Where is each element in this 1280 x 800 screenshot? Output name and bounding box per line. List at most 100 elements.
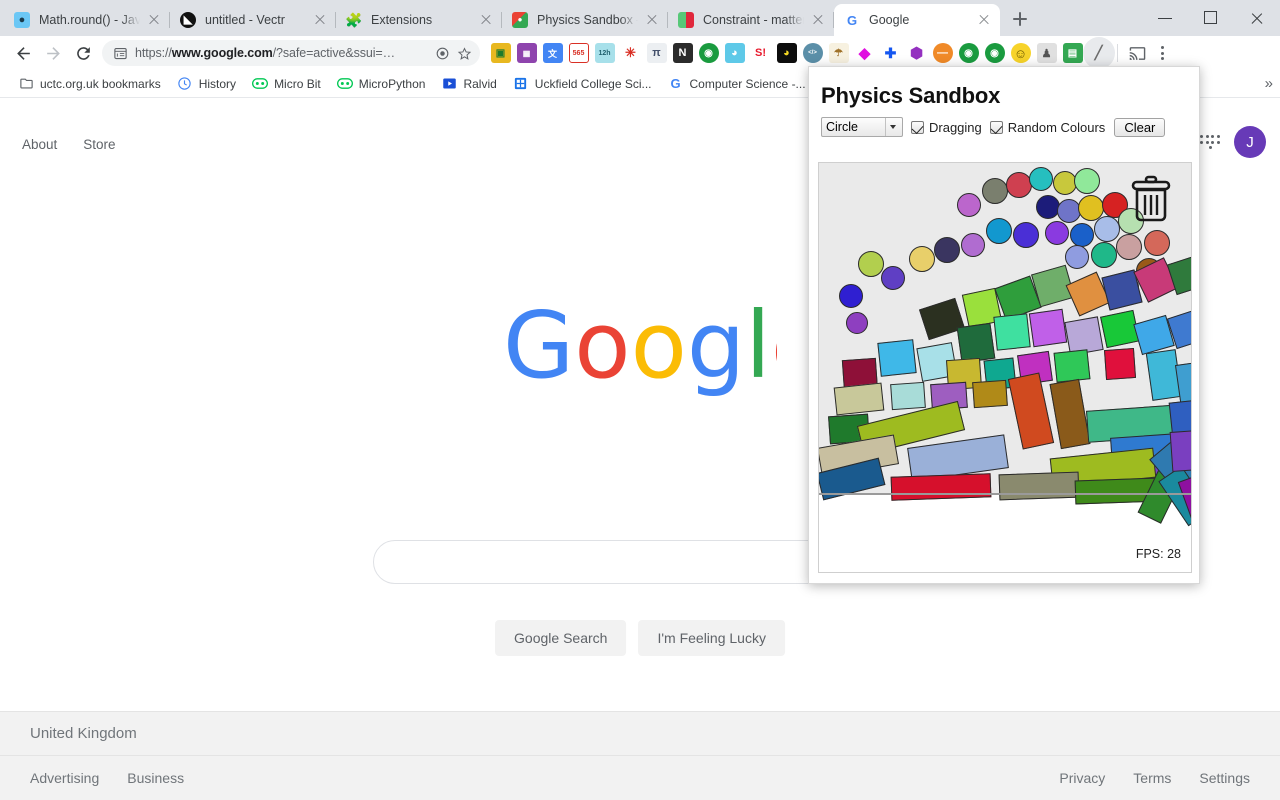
tab-close-icon[interactable]: [810, 12, 826, 28]
close-window-button[interactable]: [1234, 0, 1280, 36]
bookmarks-overflow-icon[interactable]: »: [1265, 75, 1274, 92]
location-target-icon[interactable]: [435, 46, 450, 61]
tab-close-icon[interactable]: [976, 12, 992, 28]
checker-plus-gmail-icon[interactable]: 565: [568, 43, 589, 63]
purple-cube-icon[interactable]: ⬢: [906, 43, 927, 63]
physics-rect-body[interactable]: [890, 473, 992, 501]
magenta-diamond-icon[interactable]: ◆: [854, 43, 875, 63]
new-tab-button[interactable]: [1006, 5, 1034, 33]
globe-bird-icon[interactable]: ◕: [724, 43, 745, 63]
physics-circle-body[interactable]: [1074, 168, 1100, 194]
google-translate-icon[interactable]: 文: [542, 43, 563, 63]
tab-untitled-vectr[interactable]: ◣ untitled - Vectr: [170, 4, 336, 36]
tab-math-round[interactable]: ● Math.round() - JavaScrip: [4, 4, 170, 36]
shape-select[interactable]: Circle: [821, 117, 903, 137]
tab-physics-sandbox-editor[interactable]: ● Physics Sandbox – Edit: [502, 4, 668, 36]
blue-cross-icon[interactable]: ✚: [880, 43, 901, 63]
tab-extensions[interactable]: 🧩 Extensions: [336, 4, 502, 36]
physics-circle-body[interactable]: [1116, 234, 1142, 260]
physics-rect-body[interactable]: [972, 379, 1008, 409]
physics-circle-body[interactable]: [1045, 221, 1069, 245]
physics-rect-body[interactable]: [833, 382, 885, 416]
physics-circle-body[interactable]: [1094, 216, 1120, 242]
tab-constraint-matterjs[interactable]: Constraint - matter-js 0.1: [668, 4, 834, 36]
chrome-app-icon-3[interactable]: ◉: [984, 43, 1005, 63]
random-colours-checkbox[interactable]: [989, 120, 1003, 134]
pi-calculator-icon[interactable]: π: [646, 43, 667, 63]
physics-circle-body[interactable]: [846, 312, 868, 334]
tab-close-icon[interactable]: [146, 12, 162, 28]
bookmark-ralvid[interactable]: Ralvid: [433, 73, 504, 95]
physics-sandbox-extension-icon[interactable]: ╱: [1088, 43, 1109, 63]
physics-rect-body[interactable]: [1007, 372, 1055, 450]
physics-circle-body[interactable]: [1144, 230, 1170, 256]
physics-rect-body[interactable]: [877, 339, 917, 377]
avatar[interactable]: J: [1234, 126, 1266, 158]
physics-circle-body[interactable]: [957, 193, 981, 217]
tab-close-icon[interactable]: [478, 12, 494, 28]
physics-circle-body[interactable]: [986, 218, 1012, 244]
reload-button[interactable]: [68, 38, 98, 68]
bookmark-star-red-icon[interactable]: ✳: [620, 43, 641, 63]
smartest-s-icon[interactable]: S!: [750, 43, 771, 63]
physics-rect-body[interactable]: [890, 381, 926, 411]
bookmark-history[interactable]: History: [169, 73, 244, 95]
orange-circle-icon[interactable]: —: [932, 43, 953, 63]
back-button[interactable]: [8, 38, 38, 68]
physics-circle-body[interactable]: [858, 251, 884, 277]
trash-bin-icon[interactable]: [1129, 175, 1173, 228]
chrome-app-icon-2[interactable]: ◉: [958, 43, 979, 63]
dragging-checkbox-wrap[interactable]: Dragging: [911, 120, 982, 135]
minimize-button[interactable]: [1142, 0, 1188, 36]
physics-rect-body[interactable]: [1053, 349, 1091, 383]
tab-google[interactable]: G Google: [834, 4, 1000, 36]
physics-rect-body[interactable]: [1028, 308, 1068, 348]
physics-circle-body[interactable]: [909, 246, 935, 272]
physics-circle-body[interactable]: [881, 266, 905, 290]
purple-puzzle-extension-icon[interactable]: ▦: [516, 43, 537, 63]
bookmark-star-icon[interactable]: [457, 46, 472, 61]
footer-link-advertising[interactable]: Advertising: [30, 770, 99, 786]
bookmark-micropython[interactable]: MicroPython: [329, 73, 434, 95]
physics-circle-body[interactable]: [982, 178, 1008, 204]
clock-12h-icon[interactable]: 12h: [594, 43, 615, 63]
feeling-lucky-button[interactable]: I'm Feeling Lucky: [638, 620, 785, 656]
physics-circle-body[interactable]: [934, 237, 960, 263]
physics-circle-body[interactable]: [839, 284, 863, 308]
cast-icon[interactable]: [1124, 40, 1150, 66]
pacman-icon[interactable]: ◕: [776, 43, 797, 63]
physics-circle-body[interactable]: [961, 233, 985, 257]
forward-button[interactable]: [38, 38, 68, 68]
physics-rect-body[interactable]: [1169, 430, 1191, 472]
footer-link-terms[interactable]: Terms: [1133, 770, 1171, 786]
chrome-menu-icon[interactable]: [1150, 40, 1174, 66]
bookmark-micro-bit[interactable]: Micro Bit: [244, 73, 329, 95]
page-info-icon[interactable]: [113, 46, 128, 61]
maximize-button[interactable]: [1188, 0, 1234, 36]
evernote-webclipper-icon[interactable]: ▣: [490, 43, 511, 63]
footer-link-privacy[interactable]: Privacy: [1059, 770, 1105, 786]
chrome-app-icon-1[interactable]: ◉: [698, 43, 719, 63]
footer-link-settings[interactable]: Settings: [1199, 770, 1250, 786]
tab-close-icon[interactable]: [312, 12, 328, 28]
green-blue-app-icon[interactable]: ▤: [1062, 43, 1083, 63]
footer-link-business[interactable]: Business: [127, 770, 184, 786]
address-bar[interactable]: https://www.google.com/?safe=active&ssui…: [102, 40, 480, 66]
random-colours-checkbox-wrap[interactable]: Random Colours: [989, 120, 1105, 135]
dragging-checkbox[interactable]: [911, 120, 924, 134]
bookmark-uctc-folder[interactable]: uctc.org.uk bookmarks: [10, 73, 169, 95]
clear-button[interactable]: Clear: [1114, 117, 1166, 137]
physics-rect-body[interactable]: [998, 471, 1080, 501]
physics-circle-body[interactable]: [1091, 242, 1117, 268]
code-circle-icon[interactable]: </>: [802, 43, 823, 63]
bookmark-computer-science[interactable]: G Computer Science -...: [660, 73, 814, 95]
notion-icon[interactable]: N: [672, 43, 693, 63]
google-nav-store[interactable]: Store: [83, 137, 115, 152]
physics-rect-body[interactable]: [1049, 378, 1091, 450]
physics-circle-body[interactable]: [1029, 167, 1053, 191]
physics-rect-body[interactable]: [1103, 347, 1137, 381]
walking-person-icon[interactable]: ♟: [1036, 43, 1057, 63]
physics-rect-body[interactable]: [993, 313, 1031, 351]
gift-box-icon[interactable]: ☂: [828, 43, 849, 63]
physics-circle-body[interactable]: [1013, 222, 1039, 248]
